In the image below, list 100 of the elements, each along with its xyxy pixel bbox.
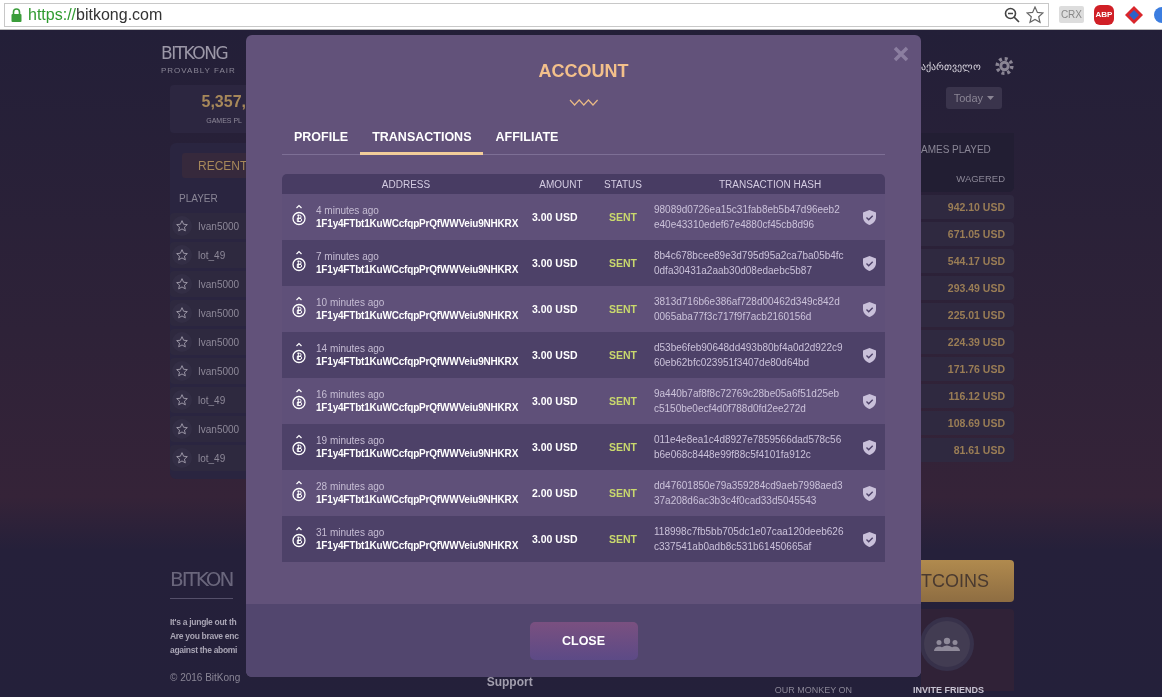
amount-cell-text: 3.00 USD — [531, 441, 579, 453]
time-text: 4 minutes ago — [316, 205, 380, 216]
wagered-cell: 81.61 USD — [921, 438, 1014, 462]
footer-text: Are you brave enc — [170, 630, 239, 643]
amount-cell-text: 2.00 USD — [531, 487, 579, 499]
star-icon[interactable] — [176, 394, 188, 406]
language-link[interactable]: აქართველო — [921, 60, 981, 72]
address-text: 1F1y4FTbt1KuWCcfqpPrQfWWVeiu9NHKRX — [316, 402, 520, 413]
player-row[interactable]: Ivan5000 — [170, 213, 246, 239]
hash-cell-text: dd47601850e79a359284cd9aeb7998aed337a208d6ac3b3c4f0cad33d5045543 — [654, 479, 844, 508]
player-row[interactable]: lot_49 — [170, 242, 246, 268]
caret-icon — [987, 96, 994, 100]
time-text: 7 minutes ago — [316, 251, 380, 262]
shield-check-icon[interactable] — [863, 485, 876, 501]
amount-cell-text: 3.00 USD — [531, 533, 579, 545]
stat-value: 5,357, — [201, 93, 246, 111]
star-icon[interactable] — [176, 336, 188, 348]
player-row[interactable]: lot_49 — [170, 387, 246, 413]
hash-cell-text: 98089d0726ea15c31fab8eb5b47d96eeb2e40e43310edef67e4880cf45cb8d96 — [654, 203, 841, 232]
bitcoin-icon — [292, 480, 306, 502]
player-name: Ivan5000 — [198, 423, 240, 435]
period-dropdown[interactable]: Today — [945, 87, 1002, 109]
footer-text: It's a jungle out th — [170, 616, 237, 629]
column-header: STATUS — [603, 178, 643, 190]
column-header: AMOUNT — [538, 178, 584, 190]
shield-check-icon[interactable] — [863, 531, 876, 547]
player-name: Ivan5000 — [198, 220, 240, 232]
close-button[interactable]: CLOSE — [529, 621, 638, 660]
extension-badge[interactable]: CRX — [1058, 6, 1084, 23]
diamond-icon[interactable] — [1124, 4, 1144, 25]
bitcoin-icon — [292, 204, 306, 226]
star-icon[interactable] — [176, 220, 188, 232]
star-icon[interactable] — [176, 423, 188, 435]
bitcoin-icon — [292, 434, 306, 456]
status-cell-text: SENT — [608, 533, 638, 545]
wagered-cell: 544.17 USD — [921, 249, 1014, 273]
player-name: lot_49 — [198, 394, 226, 406]
amount-cell-text: 3.00 USD — [531, 349, 579, 361]
settings-icon[interactable] — [995, 55, 1014, 77]
address-bar[interactable]: https://bitkong.com — [4, 2, 1049, 27]
player-name: Ivan5000 — [198, 365, 240, 377]
star-icon[interactable] — [176, 307, 188, 319]
player-row[interactable]: Ivan5000 — [170, 329, 246, 355]
footer-text: against the abomi — [170, 644, 238, 657]
zigzag-icon — [568, 99, 599, 106]
footer-logo: BITKON — [170, 560, 233, 599]
time-text: 31 minutes ago — [316, 527, 386, 538]
amount-cell-text: 3.00 USD — [531, 395, 579, 407]
bitcoin-icon — [292, 388, 306, 410]
shield-check-icon[interactable] — [863, 347, 876, 363]
wagered-cell: 942.10 USD — [921, 195, 1014, 219]
player-name: lot_49 — [198, 249, 226, 261]
status-cell-text: SENT — [608, 349, 638, 361]
star-icon[interactable] — [176, 365, 188, 377]
hash-cell-text: d53be6feb90648dd493b80bf4a0d2d922c960eb62bfc023951f3407de80d64bd — [654, 341, 844, 370]
tab[interactable]: TRANSACTIONS — [360, 126, 484, 155]
wagered-cell: 171.76 USD — [921, 357, 1014, 381]
wagered-cell: 116.12 USD — [921, 384, 1014, 408]
wagered-cell: 293.49 USD — [921, 276, 1014, 300]
wagered-cell: 671.05 USD — [921, 222, 1014, 246]
shield-check-icon[interactable] — [863, 209, 876, 225]
player-name: lot_49 — [198, 452, 226, 464]
player-row[interactable]: Ivan5000 — [170, 271, 246, 297]
site-logo[interactable]: BITKONG — [161, 42, 228, 64]
recent-tab[interactable]: RECENT — [182, 153, 246, 178]
extension-icon[interactable] — [1154, 4, 1162, 25]
panel-title: AMES PLAYED — [921, 133, 1014, 165]
player-row[interactable]: Ivan5000 — [170, 358, 246, 384]
status-cell-text: SENT — [608, 257, 638, 269]
player-name: Ivan5000 — [198, 278, 240, 290]
shield-check-icon[interactable] — [863, 439, 876, 455]
tab[interactable]: AFFILIATE — [483, 126, 571, 155]
player-row[interactable]: lot_49 — [170, 445, 246, 471]
column-header: ADDRESS — [380, 178, 432, 190]
address-text: 1F1y4FTbt1KuWCcfqpPrQfWWVeiu9NHKRX — [316, 448, 520, 459]
column-header: WAGERED — [921, 165, 1014, 192]
support-link[interactable]: Support — [486, 675, 533, 689]
player-name: Ivan5000 — [198, 307, 240, 319]
hash-cell-text: 8b4c678bcee89e3d795d95a2ca7ba05b4fc0dfa30431a2aab30d08edaebc5b87 — [654, 249, 844, 278]
buy-button[interactable]: TCOINS — [921, 560, 1014, 602]
hash-cell-text: 011e4e8ea1c4d8927e7859566dad578c56b6e068c8448e99f88c5f4101fa912c — [654, 433, 843, 462]
star-icon[interactable] — [176, 249, 188, 261]
tab[interactable]: PROFILE — [282, 126, 361, 155]
shield-check-icon[interactable] — [863, 255, 876, 271]
star-icon[interactable] — [176, 452, 188, 464]
star-icon[interactable] — [176, 278, 188, 290]
address-text: 1F1y4FTbt1KuWCcfqpPrQfWWVeiu9NHKRX — [316, 494, 520, 505]
shield-check-icon[interactable] — [863, 393, 876, 409]
player-row[interactable]: Ivan5000 — [170, 300, 246, 326]
hash-cell-text: 118998c7fb5bb705dc1e07caa120deeb626c337541ab0adb8c531b61450665af — [654, 525, 844, 554]
amount-cell-text: 3.00 USD — [531, 257, 579, 269]
player-row[interactable]: Ivan5000 — [170, 416, 246, 442]
status-cell-text: SENT — [608, 303, 638, 315]
zoom-icon[interactable] — [1003, 6, 1020, 23]
amount-cell-text: 3.00 USD — [531, 303, 579, 315]
adblock-badge[interactable]: ABP — [1094, 4, 1114, 25]
invite-friends-icon[interactable] — [924, 621, 970, 667]
bookmark-star-icon[interactable] — [1025, 5, 1044, 24]
invite-friends-label[interactable]: INVITE FRIENDS — [913, 685, 984, 695]
shield-check-icon[interactable] — [863, 301, 876, 317]
